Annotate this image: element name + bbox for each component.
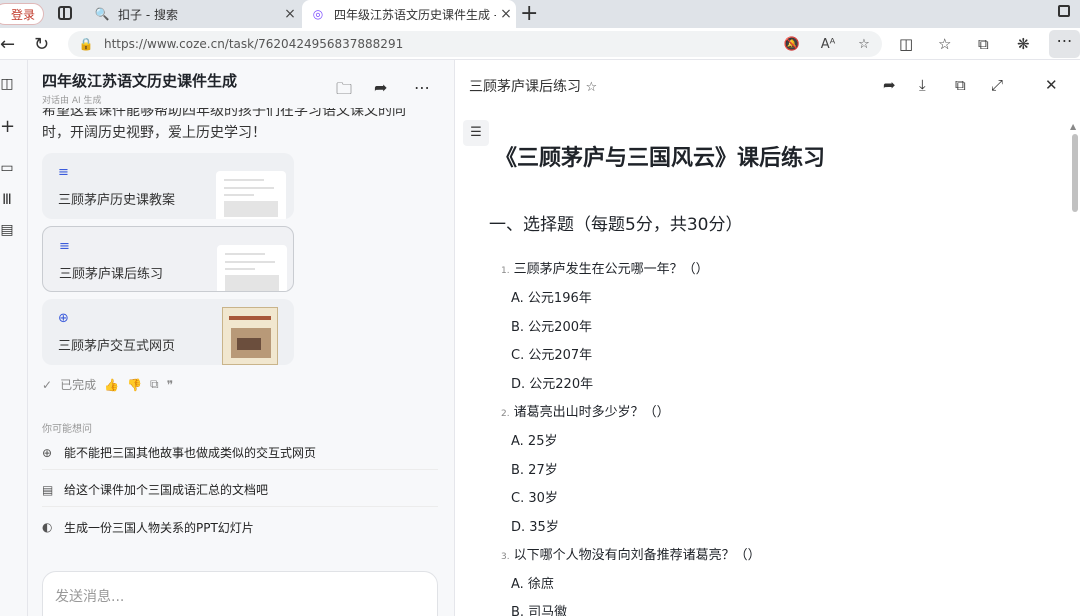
document-title: 《三顾茅庐与三国风云》课后练习 (495, 146, 826, 171)
share-icon[interactable]: ➦ (374, 78, 387, 97)
app-sidebar: ◫ + ▭ Ⅲ ▤ (0, 60, 28, 616)
library-icon[interactable]: Ⅲ (0, 192, 14, 208)
browser-tab-search[interactable]: 🔍 扣子 - 搜索 × (86, 0, 300, 28)
refresh-icon[interactable]: ↻ (34, 34, 49, 55)
favorite-star-icon[interactable]: ☆ (846, 37, 882, 52)
slides-icon: ◐ (42, 520, 53, 534)
close-tab-icon[interactable]: × (496, 6, 516, 22)
document-thumbnail (216, 171, 286, 219)
card-label: 三顾茅庐交互式网页 (58, 339, 176, 354)
globe-icon: ⊕ (42, 445, 53, 460)
document-thumbnail (217, 245, 287, 291)
favorites-icon[interactable]: ☆ (938, 35, 951, 53)
copy-icon[interactable]: ⧉ (150, 377, 159, 392)
scroll-up-icon[interactable]: ▲ (1070, 122, 1076, 131)
message-input[interactable]: 发送消息... (42, 571, 438, 616)
download-icon[interactable]: ⤓ (919, 76, 926, 94)
status-text: 已完成 (60, 378, 97, 392)
option: B. 公元200年 (511, 320, 592, 335)
thumbs-down-icon[interactable]: 👎 (127, 378, 142, 392)
check-icon: ✓ (42, 377, 53, 392)
copy-icon[interactable]: ⧉ (955, 76, 966, 94)
coze-icon: ◎ (312, 7, 324, 21)
browser-tab-active[interactable]: ◎ 四年级江苏语文历史课件生成 - 扣 × (302, 0, 516, 28)
artifact-card-exercises[interactable]: ≡ 三顾茅庐课后练习 (42, 226, 294, 292)
question: 2. 诸葛亮出山时多少岁？（） (501, 405, 670, 420)
sidebar-toggle-icon[interactable]: ◫ (0, 76, 14, 92)
suggestion-text: 能不能把三国其他故事也做成类似的交互式网页 (64, 446, 317, 460)
tab-title: 扣子 - 搜索 (118, 7, 178, 22)
chat-subtitle: 对话由 AI 生成 (42, 96, 102, 106)
collections-icon[interactable]: ⧉ (978, 35, 989, 53)
address-bar-row: ← ↻ 🔒 https://www.coze.cn/task/762042495… (0, 28, 1080, 60)
expand-icon[interactable]: ⤢ (991, 76, 1003, 94)
option: B. 27岁 (511, 463, 558, 478)
card-label: 三顾茅庐历史课教案 (58, 193, 176, 208)
webpage-thumbnail (222, 307, 278, 365)
back-icon[interactable]: ← (0, 34, 15, 55)
document-header-title: 三顾茅庐课后练习 ☆ (469, 79, 598, 95)
quote-icon[interactable]: ❞ (167, 378, 173, 392)
document-icon[interactable]: ▤ (0, 222, 14, 238)
suggestions-label: 你可能想问 (42, 424, 92, 435)
scrollbar-thumb[interactable] (1072, 134, 1078, 212)
lock-icon[interactable]: 🔒 (68, 37, 104, 51)
suggestion-text: 生成一份三国人物关系的PPT幻灯片 (64, 520, 254, 535)
artifact-card-webpage[interactable]: ⊕ 三顾茅庐交互式网页 (42, 299, 294, 365)
tab-title: 四年级江苏语文历史课件生成 - 扣 (334, 7, 496, 22)
option: C. 公元207年 (511, 348, 593, 363)
mute-icon[interactable]: 🔕 (774, 37, 810, 52)
suggestion-item[interactable]: ⊕ 能不能把三国其他故事也做成类似的交互式网页 (42, 436, 438, 470)
search-icon: 🔍 (94, 7, 110, 21)
suggestion-item[interactable]: ▤ 给这个课件加个三国成语汇总的文档吧 (42, 473, 438, 507)
document-panel: 三顾茅庐课后练习 ☆ ➦ ⤓ ⧉ ⤢ ✕ ☰ 《三顾茅庐与三国风云》课后练习 一… (455, 60, 1080, 616)
login-label: 登录 (10, 7, 35, 22)
globe-icon: ⊕ (58, 311, 69, 326)
input-placeholder: 发送消息... (55, 589, 125, 605)
tab-actions-icon[interactable] (58, 6, 72, 20)
new-chat-icon[interactable]: + (0, 116, 15, 137)
suggestion-item[interactable]: ◐ 生成一份三国人物关系的PPT幻灯片 (42, 510, 438, 544)
close-tab-icon[interactable]: × (280, 6, 300, 22)
document-icon: ≡ (58, 165, 69, 180)
chat-panel: 希望这套课件能够帮助四年级的孩子们在学习语文课文的同时，开阔历史视野，爱上历史学… (28, 60, 455, 616)
split-screen-icon[interactable]: ◫ (899, 35, 913, 53)
thumbs-up-icon[interactable]: 👍 (104, 378, 119, 392)
suggestion-text: 给这个课件加个三国成语汇总的文档吧 (64, 483, 269, 497)
option: A. 25岁 (511, 434, 558, 449)
close-icon[interactable]: ✕ (1045, 76, 1058, 94)
read-aloud-icon[interactable]: Aᴬ (810, 37, 846, 52)
document-icon: ▤ (42, 482, 54, 497)
card-label: 三顾茅庐课后练习 (59, 267, 164, 282)
browser-tab-bar: 登录 🔍 扣子 - 搜索 × ◎ 四年级江苏语文历史课件生成 - 扣 × + (0, 0, 1080, 28)
url-field[interactable]: 🔒 https://www.coze.cn/task/7620424956837… (68, 31, 882, 57)
option: D. 35岁 (511, 520, 559, 535)
option: D. 公元220年 (511, 377, 594, 392)
browser-menu-button[interactable]: ⋯ (1049, 30, 1080, 58)
url-text: https://www.coze.cn/task/762042495683788… (104, 37, 404, 51)
new-tab-button[interactable]: + (520, 1, 538, 26)
extensions-icon[interactable]: ❋ (1017, 35, 1030, 53)
chat-header: 四年级江苏语文历史课件生成 对话由 AI 生成 🗀 ➦ ⋯ (28, 60, 454, 108)
more-icon[interactable]: ⋯ (414, 78, 430, 97)
login-button[interactable]: 登录 (0, 3, 44, 25)
section-heading: 一、选择题（每题5分，共30分） (489, 215, 743, 235)
question: 1. 三顾茅庐发生在公元哪一年？（） (501, 262, 709, 277)
artifact-card-lesson-plan[interactable]: ≡ 三顾茅庐历史课教案 (42, 153, 294, 219)
option: A. 徐庶 (511, 577, 554, 592)
star-icon[interactable]: ☆ (585, 80, 597, 95)
restore-window-icon[interactable] (1058, 5, 1070, 17)
folder-icon[interactable]: ▭ (0, 160, 14, 176)
question: 3. 以下哪个人物没有向刘备推荐诸葛亮？（） (501, 548, 761, 563)
message-actions: ✓ 已完成 👍 👎 ⧉ ❞ (42, 376, 181, 393)
option: A. 公元196年 (511, 291, 592, 306)
document-icon: ≡ (59, 239, 70, 254)
chat-title: 四年级江苏语文历史课件生成 (42, 72, 238, 90)
folder-icon[interactable]: 🗀 (336, 78, 352, 105)
option: C. 30岁 (511, 491, 558, 506)
option: B. 司马徽 (511, 605, 568, 616)
outline-menu-icon[interactable]: ☰ (463, 120, 489, 146)
share-icon[interactable]: ➦ (883, 76, 896, 94)
